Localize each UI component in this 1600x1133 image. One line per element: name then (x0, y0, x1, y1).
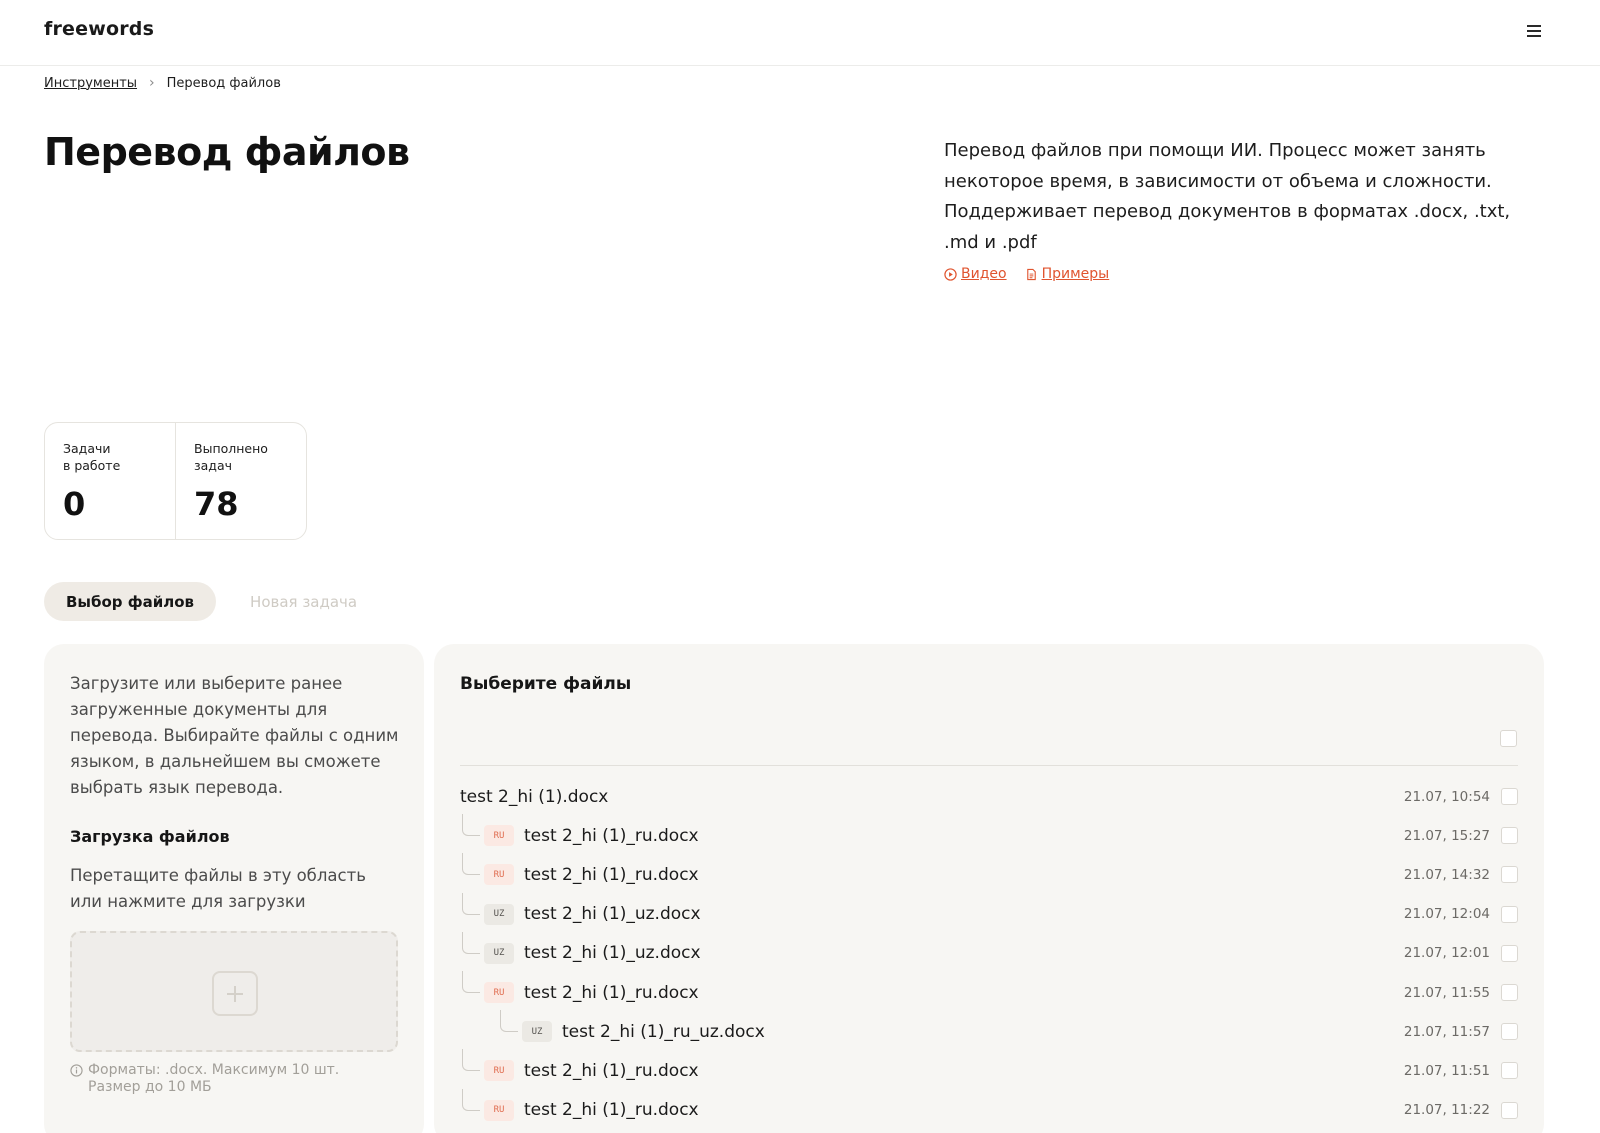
upload-heading: Загрузка файлов (70, 827, 230, 846)
language-badge: UZ (484, 903, 514, 925)
tree-connector (462, 1088, 480, 1111)
tree-connector (500, 1010, 518, 1033)
stat-value: 0 (63, 485, 86, 523)
file-row[interactable]: UZ test 2_hi (1)_ru_uz.docx 21.07, 11:57 (460, 1010, 1518, 1051)
description-links: Видео Примеры (944, 266, 1109, 282)
top-bar: freewords (0, 0, 1600, 66)
tab-select-files[interactable]: Выбор файлов (44, 582, 217, 621)
file-name: test 2_hi (1)_uz.docx (524, 904, 701, 925)
file-date: 21.07, 12:04 (1403, 906, 1490, 923)
stat-label: Задачи в работе (63, 441, 121, 473)
upload-hint: Перетащите файлы в эту область или нажми… (70, 866, 366, 911)
examples-link[interactable]: Примеры (1025, 266, 1110, 282)
language-badge: RU (484, 825, 514, 847)
plus-icon (212, 971, 258, 1016)
tree-connector (462, 853, 480, 876)
tree-connector (462, 1049, 480, 1072)
file-name: test 2_hi (1)_uz.docx (524, 943, 701, 964)
tree-connector (462, 931, 480, 954)
info-icon (70, 1064, 83, 1077)
file-date: 21.07, 11:57 (1403, 1023, 1490, 1040)
language-badge: RU (484, 982, 514, 1003)
file-date: 21.07, 11:22 (1403, 1102, 1490, 1119)
stat-label: Выполнено задач (194, 441, 268, 473)
language-badge: RU (484, 1060, 514, 1082)
upload-panel: Загрузите или выберите ранее загруженные… (44, 644, 424, 1133)
video-link[interactable]: Видео (944, 266, 1007, 282)
language-badge: UZ (522, 1021, 552, 1043)
file-checkbox[interactable] (1501, 984, 1518, 1001)
language-badge: RU (484, 864, 514, 886)
breadcrumb: Инструменты › Перевод файлов (44, 75, 281, 91)
select-all-checkbox[interactable] (1500, 730, 1517, 747)
file-row[interactable]: test 2_hi (1).docx 21.07, 10:54 (460, 777, 1518, 816)
tree-connector (462, 892, 480, 915)
file-row[interactable]: RU test 2_hi (1)_ru.docx 21.07, 11:51 (460, 1049, 1518, 1090)
divider (460, 765, 1518, 766)
file-checkbox[interactable] (1501, 1023, 1518, 1041)
file-row[interactable]: UZ test 2_hi (1)_uz.docx 21.07, 12:01 (460, 931, 1518, 973)
size-line: Размер до 10 МБ (88, 1079, 212, 1095)
breadcrumb-link-tools[interactable]: Инструменты (44, 76, 137, 91)
file-name: test 2_hi (1)_ru.docx (524, 1100, 699, 1121)
document-icon (1026, 268, 1036, 280)
stat-completed: Выполнено задач 78 (175, 423, 306, 539)
file-checkbox[interactable] (1501, 788, 1518, 805)
file-date: 21.07, 11:55 (1403, 984, 1490, 1001)
page-title: Перевод файлов (44, 130, 410, 174)
file-date: 21.07, 14:32 (1403, 866, 1490, 883)
play-circle-icon (944, 267, 957, 281)
file-name: test 2_hi (1)_ru.docx (524, 864, 699, 885)
file-select-panel: Выберите файлы test 2_hi (1).docx 21.07, … (434, 644, 1544, 1133)
tree-connector (462, 814, 480, 837)
file-date: 21.07, 12:01 (1403, 945, 1490, 962)
video-link-label: Видео (961, 266, 1007, 282)
hamburger-menu-icon[interactable] (1524, 22, 1544, 40)
file-name: test 2_hi (1)_ru.docx (524, 1060, 699, 1081)
stat-in-progress: Задачи в работе 0 (45, 423, 175, 539)
examples-link-label: Примеры (1041, 266, 1110, 282)
language-badge: RU (484, 1099, 514, 1121)
tab-new-task[interactable]: Новая задача (228, 582, 379, 621)
file-select-heading: Выберите файлы (460, 674, 632, 694)
file-name: test 2_hi (1)_ru_uz.docx (562, 1021, 765, 1042)
chevron-right-icon: › (149, 75, 155, 91)
file-row[interactable]: RU test 2_hi (1)_ru.docx 21.07, 14:32 (460, 853, 1518, 894)
stats-card: Задачи в работе 0 Выполнено задач 78 (44, 422, 307, 540)
file-row[interactable]: RU test 2_hi (1)_ru.docx 21.07, 15:27 (460, 814, 1518, 855)
file-checkbox[interactable] (1501, 905, 1518, 923)
file-name: test 2_hi (1)_ru.docx (524, 982, 699, 1003)
file-name: test 2_hi (1)_ru.docx (524, 825, 699, 846)
file-date: 21.07, 10:54 (1403, 788, 1490, 805)
page-description: Перевод файлов при помощи ИИ. Процесс мо… (944, 140, 1511, 253)
upload-intro: Загрузите или выберите ранее загруженные… (70, 674, 399, 797)
step-tabs: Выбор файлов Новая задача (44, 582, 379, 621)
tree-connector (462, 971, 480, 993)
file-row[interactable]: RU test 2_hi (1)_ru.docx 21.07, 11:22 (460, 1088, 1518, 1130)
file-checkbox[interactable] (1501, 944, 1518, 962)
file-row[interactable]: UZ test 2_hi (1)_uz.docx 21.07, 12:04 (460, 892, 1518, 934)
file-checkbox[interactable] (1501, 866, 1518, 884)
formats-info: Форматы: .docx. Максимум 10 шт. Размер д… (70, 1062, 339, 1096)
file-date: 21.07, 15:27 (1403, 827, 1490, 844)
file-date: 21.07, 11:51 (1403, 1062, 1490, 1079)
file-checkbox[interactable] (1501, 827, 1518, 845)
logo[interactable]: freewords (44, 18, 154, 40)
file-dropzone[interactable] (70, 931, 398, 1052)
file-name: test 2_hi (1).docx (460, 786, 609, 807)
breadcrumb-current: Перевод файлов (166, 75, 281, 91)
formats-line: Форматы: .docx. Максимум 10 шт. (88, 1062, 340, 1078)
stat-value: 78 (194, 485, 239, 523)
file-checkbox[interactable] (1501, 1101, 1518, 1119)
language-badge: UZ (484, 942, 514, 964)
file-row[interactable]: RU test 2_hi (1)_ru.docx 21.07, 11:55 (460, 971, 1518, 1012)
file-checkbox[interactable] (1501, 1062, 1518, 1080)
